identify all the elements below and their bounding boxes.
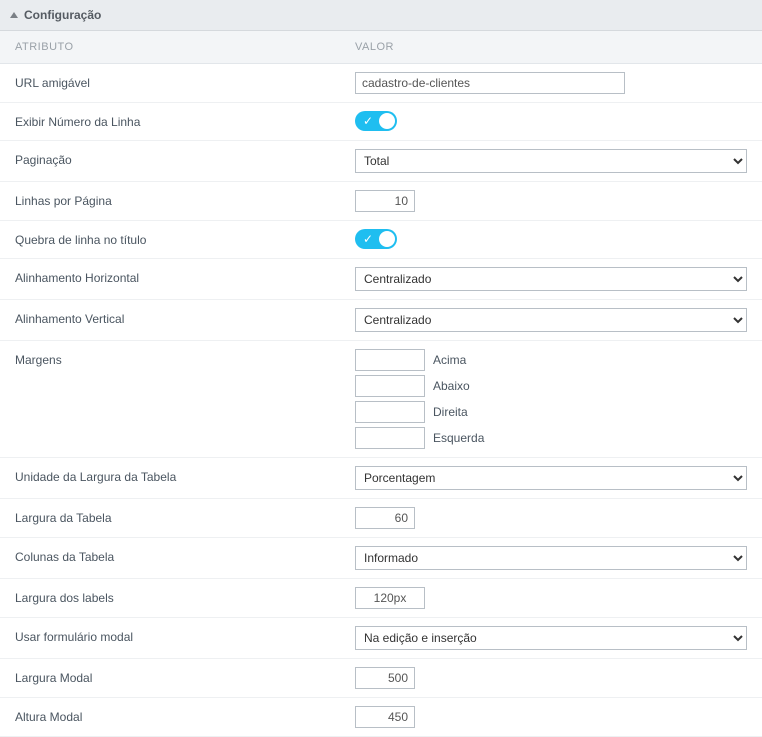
label-largura-tabela: Largura da Tabela [15,507,355,525]
row-paginacao: Paginação Total [0,141,762,182]
label-alinhamento-vertical: Alinhamento Vertical [15,308,355,326]
select-unidade-largura-tabela[interactable]: Porcentagem [355,466,747,490]
input-margin-right[interactable] [355,401,425,423]
select-alinhamento-horizontal[interactable]: Centralizado [355,267,747,291]
label-colunas-tabela: Colunas da Tabela [15,546,355,564]
label-largura-labels: Largura dos labels [15,587,355,605]
column-header-valor: VALOR [355,41,747,53]
row-colunas-tabela: Colunas da Tabela Informado [0,538,762,579]
toggle-knob [379,113,395,129]
toggle-knob [379,231,395,247]
row-margens: Margens Acima Abaixo Direita Esquerda [0,341,762,458]
label-altura-modal: Altura Modal [15,706,355,724]
label-linhas-por-pagina: Linhas por Página [15,190,355,208]
row-url-amigavel: URL amigável [0,64,762,103]
label-paginacao: Paginação [15,149,355,167]
input-largura-tabela[interactable] [355,507,415,529]
row-largura-tabela: Largura da Tabela [0,499,762,538]
input-margin-left[interactable] [355,427,425,449]
row-quebra-linha-titulo: Quebra de linha no título ✓ [0,221,762,259]
input-margin-top[interactable] [355,349,425,371]
toggle-exibir-numero-linha[interactable]: ✓ [355,111,397,131]
label-margens: Margens [15,349,355,367]
label-alinhamento-horizontal: Alinhamento Horizontal [15,267,355,285]
label-margin-right: Direita [433,405,468,419]
check-icon: ✓ [363,114,373,128]
margin-top-row: Acima [355,349,747,371]
label-quebra-linha-titulo: Quebra de linha no título [15,229,355,247]
row-largura-labels: Largura dos labels [0,579,762,618]
row-altura-modal: Altura Modal [0,698,762,737]
label-exibir-numero-linha: Exibir Número da Linha [15,111,355,129]
input-url-amigavel[interactable] [355,72,625,94]
label-margin-top: Acima [433,353,466,367]
input-largura-labels[interactable] [355,587,425,609]
label-url-amigavel: URL amigável [15,72,355,90]
label-margin-bottom: Abaixo [433,379,470,393]
label-usar-formulario-modal: Usar formulário modal [15,626,355,644]
columns-header: ATRIBUTO VALOR [0,31,762,64]
label-largura-modal: Largura Modal [15,667,355,685]
row-exibir-numero-linha: Exibir Número da Linha ✓ [0,103,762,141]
input-altura-modal[interactable] [355,706,415,728]
input-linhas-por-pagina[interactable] [355,190,415,212]
row-unidade-largura-tabela: Unidade da Largura da Tabela Porcentagem [0,458,762,499]
label-unidade-largura-tabela: Unidade da Largura da Tabela [15,466,355,484]
row-linhas-por-pagina: Linhas por Página [0,182,762,221]
panel-title: Configuração [24,8,101,22]
select-alinhamento-vertical[interactable]: Centralizado [355,308,747,332]
select-colunas-tabela[interactable]: Informado [355,546,747,570]
row-largura-modal: Largura Modal [0,659,762,698]
row-usar-formulario-modal: Usar formulário modal Na edição e inserç… [0,618,762,659]
toggle-quebra-linha-titulo[interactable]: ✓ [355,229,397,249]
triangle-up-icon [10,12,18,18]
select-usar-formulario-modal[interactable]: Na edição e inserção [355,626,747,650]
row-alinhamento-horizontal: Alinhamento Horizontal Centralizado [0,259,762,300]
column-header-atributo: ATRIBUTO [15,41,355,53]
input-margin-bottom[interactable] [355,375,425,397]
row-alinhamento-vertical: Alinhamento Vertical Centralizado [0,300,762,341]
margin-right-row: Direita [355,401,747,423]
margin-bottom-row: Abaixo [355,375,747,397]
input-largura-modal[interactable] [355,667,415,689]
select-paginacao[interactable]: Total [355,149,747,173]
margin-left-row: Esquerda [355,427,747,449]
label-margin-left: Esquerda [433,431,484,445]
check-icon: ✓ [363,232,373,246]
panel-header[interactable]: Configuração [0,0,762,31]
